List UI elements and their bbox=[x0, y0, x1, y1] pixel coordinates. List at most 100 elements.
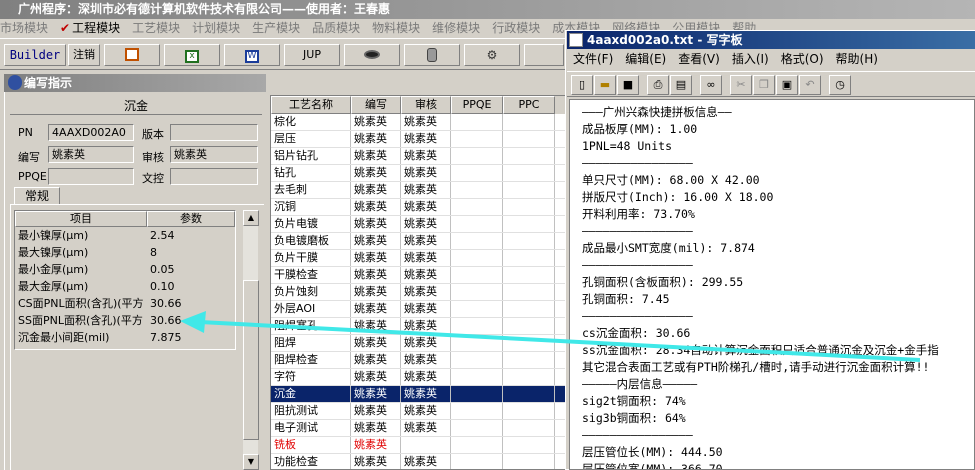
undo-button[interactable]: ↶ bbox=[799, 75, 821, 95]
wp-menu-insert[interactable]: 插入(I) bbox=[732, 52, 769, 66]
table-row[interactable]: 字符 姚素英 姚素英 bbox=[271, 369, 567, 386]
table-row[interactable]: 功能检查 姚素英 姚素英 bbox=[271, 454, 567, 469]
datetime-button[interactable]: ◷ bbox=[829, 75, 851, 95]
param-value[interactable]: 30.66 bbox=[147, 295, 227, 312]
copy-button[interactable]: ❐ bbox=[753, 75, 775, 95]
param-row[interactable]: 沉金最小间距(mil) 7.875 bbox=[15, 329, 235, 346]
print-preview-button[interactable]: ▤ bbox=[670, 75, 692, 95]
param-value[interactable]: 30.66 bbox=[147, 312, 227, 329]
table-row[interactable]: 干膜检查 姚素英 姚素英 bbox=[271, 267, 567, 284]
print-button[interactable]: ⎙ bbox=[647, 75, 669, 95]
table-row[interactable]: 电子测试 姚素英 姚素英 bbox=[271, 420, 567, 437]
version-field[interactable] bbox=[170, 124, 258, 141]
menu-maintenance[interactable]: 维修模块 bbox=[432, 19, 480, 37]
param-name: 最小金厚(μm) bbox=[18, 263, 89, 276]
menu-material[interactable]: 物料模块 bbox=[372, 19, 420, 37]
ppqe-field[interactable] bbox=[48, 168, 134, 185]
menu-plan[interactable]: 计划模块 bbox=[192, 19, 240, 37]
menu-process[interactable]: 工艺模块 bbox=[132, 19, 180, 37]
left-scrollbar[interactable]: ▲ ▼ bbox=[242, 210, 259, 470]
param-value[interactable]: 0.10 bbox=[147, 278, 227, 295]
col-reviewer[interactable]: 审核 bbox=[401, 96, 451, 114]
table-row[interactable]: 阻焊 姚素英 姚素英 bbox=[271, 335, 567, 352]
table-row[interactable]: 层压 姚素英 姚素英 bbox=[271, 131, 567, 148]
table-cell bbox=[503, 131, 555, 147]
control-field[interactable] bbox=[170, 168, 258, 185]
table-row[interactable]: 铝片钻孔 姚素英 姚素英 bbox=[271, 148, 567, 165]
menu-engineering[interactable]: 工程模块 bbox=[72, 19, 120, 37]
database-icon bbox=[427, 48, 437, 62]
wp-menu-help[interactable]: 帮助(H) bbox=[836, 52, 878, 66]
view-button[interactable] bbox=[344, 44, 400, 66]
network-button[interactable]: ⚙ bbox=[464, 44, 520, 66]
table-row[interactable]: 铣板 姚素英 bbox=[271, 437, 567, 454]
col-ppqe[interactable]: PPQE bbox=[451, 96, 503, 114]
paste-button[interactable]: ▣ bbox=[776, 75, 798, 95]
excel-button[interactable]: x bbox=[164, 44, 220, 66]
wp-menu-view[interactable]: 查看(V) bbox=[678, 52, 720, 66]
param-row[interactable]: 最小镍厚(μm) 2.54 bbox=[15, 227, 235, 244]
table-row[interactable]: 棕化 姚素英 姚素英 bbox=[271, 114, 567, 131]
table-cell bbox=[503, 454, 555, 469]
table-row[interactable]: 负片蚀刻 姚素英 姚素英 bbox=[271, 284, 567, 301]
table-row[interactable]: 沉铜 姚素英 姚素英 bbox=[271, 199, 567, 216]
table-row[interactable]: 去毛刺 姚素英 姚素英 bbox=[271, 182, 567, 199]
col-process-name[interactable]: 工艺名称 bbox=[271, 96, 351, 114]
open-button[interactable]: ▬ bbox=[594, 75, 616, 95]
jup-button[interactable]: JUP bbox=[284, 44, 340, 66]
find-button[interactable]: ∞ bbox=[700, 75, 722, 95]
logout-button[interactable]: 注销 bbox=[68, 44, 100, 66]
menu-production[interactable]: 生产模块 bbox=[252, 19, 300, 37]
extra-button[interactable] bbox=[524, 44, 564, 66]
author-field[interactable]: 姚素英 bbox=[48, 146, 134, 163]
table-row[interactable]: 钻孔 姚素英 姚素英 bbox=[271, 165, 567, 182]
params-header: 项目 参数 bbox=[15, 211, 235, 227]
param-row[interactable]: CS面PNL面积(含孔)(平方 30.66 bbox=[15, 295, 235, 312]
menu-quality[interactable]: 品质模块 bbox=[312, 19, 360, 37]
table-row[interactable]: 阻抗测试 姚素英 姚素英 bbox=[271, 403, 567, 420]
col-ppc[interactable]: PPC bbox=[503, 96, 555, 114]
table-row[interactable]: 负片干膜 姚素英 姚素英 bbox=[271, 250, 567, 267]
table-row[interactable]: 阻焊塞孔 姚素英 姚素英 bbox=[271, 318, 567, 335]
powerpoint-button[interactable] bbox=[104, 44, 160, 66]
param-value[interactable]: 8 bbox=[147, 244, 227, 261]
table-row[interactable]: 外层AOI 姚素英 姚素英 bbox=[271, 301, 567, 318]
param-value[interactable]: 2.54 bbox=[147, 227, 227, 244]
menu-market[interactable]: 市场模块 bbox=[0, 19, 48, 37]
param-value[interactable]: 7.875 bbox=[147, 329, 227, 346]
params-header-item[interactable]: 项目 bbox=[15, 211, 147, 227]
cut-button[interactable]: ✂ bbox=[730, 75, 752, 95]
param-row[interactable]: 最小金厚(μm) 0.05 bbox=[15, 261, 235, 278]
table-cell: 姚素英 bbox=[401, 131, 451, 147]
menu-admin[interactable]: 行政模块 bbox=[492, 19, 540, 37]
table-row[interactable]: 沉金 姚素英 姚素英 bbox=[271, 386, 567, 403]
param-row[interactable]: 最大镍厚(μm) 8 bbox=[15, 244, 235, 261]
wp-menu-format[interactable]: 格式(O) bbox=[781, 52, 824, 66]
col-author[interactable]: 编写 bbox=[351, 96, 401, 114]
word-button[interactable]: W bbox=[224, 44, 280, 66]
builder-button[interactable]: Builder bbox=[4, 44, 66, 66]
table-cell: 姚素英 bbox=[351, 301, 401, 317]
table-cell: 姚素英 bbox=[351, 403, 401, 419]
param-row[interactable]: SS面PNL面积(含孔)(平方 30.66 bbox=[15, 312, 235, 329]
table-row[interactable]: 负电镀磨板 姚素英 姚素英 bbox=[271, 233, 567, 250]
table-row[interactable]: 阻焊检查 姚素英 姚素英 bbox=[271, 352, 567, 369]
tab-general[interactable]: 常规 bbox=[14, 187, 60, 205]
wordpad-document[interactable]: ———广州兴森快捷拼板信息—— 成品板厚(MM): 1.00 1PNL=48 Uni… bbox=[569, 99, 975, 470]
table-row[interactable]: 负片电镀 姚素英 姚素英 bbox=[271, 216, 567, 233]
save-button[interactable]: ■ bbox=[617, 75, 639, 95]
scroll-up-button[interactable]: ▲ bbox=[243, 210, 259, 226]
scroll-thumb[interactable] bbox=[243, 280, 259, 440]
table-cell bbox=[503, 386, 555, 402]
param-value[interactable]: 0.05 bbox=[147, 261, 227, 278]
table-cell bbox=[503, 182, 555, 198]
pn-field[interactable]: 4AAXD002A0 bbox=[48, 124, 134, 141]
reviewer-field[interactable]: 姚素英 bbox=[170, 146, 258, 163]
param-row[interactable]: 最大金厚(μm) 0.10 bbox=[15, 278, 235, 295]
params-header-param[interactable]: 参数 bbox=[147, 211, 235, 227]
wp-menu-edit[interactable]: 编辑(E) bbox=[625, 52, 666, 66]
new-doc-button[interactable]: ▯ bbox=[571, 75, 593, 95]
database-button[interactable] bbox=[404, 44, 460, 66]
wp-menu-file[interactable]: 文件(F) bbox=[573, 52, 613, 66]
scroll-down-button[interactable]: ▼ bbox=[243, 454, 259, 470]
